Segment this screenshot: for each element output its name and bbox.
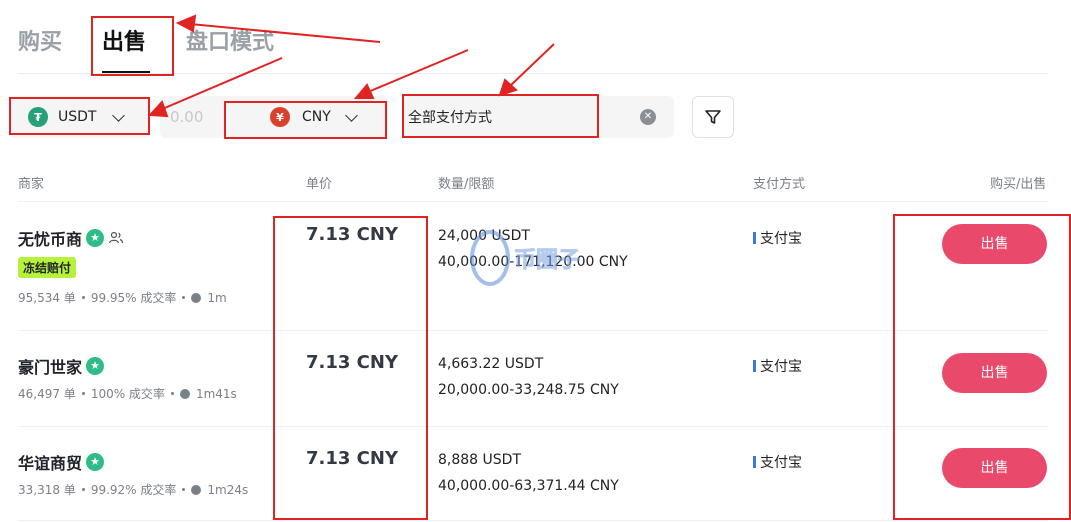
annotation-arrows	[147, 14, 555, 118]
